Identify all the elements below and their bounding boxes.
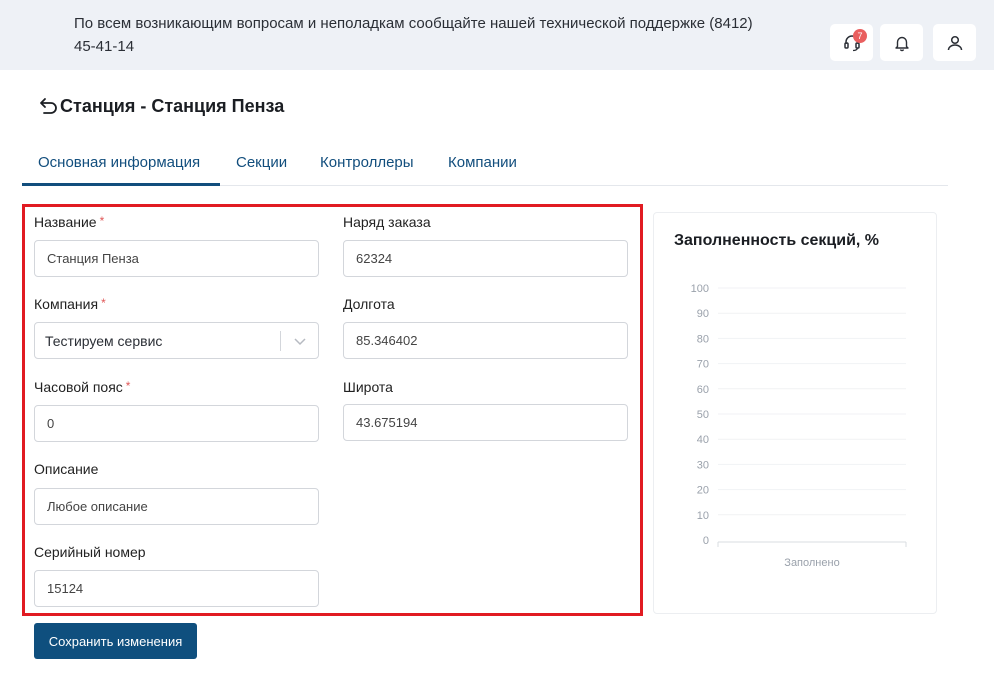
user-icon xyxy=(947,35,962,50)
company-select[interactable]: Тестируем сервис xyxy=(34,322,319,359)
order-input[interactable]: 62324 xyxy=(343,240,628,277)
notifications-button[interactable] xyxy=(880,24,923,61)
support-badge: 7 xyxy=(853,29,867,43)
support-button[interactable]: 7 xyxy=(830,24,873,61)
bell-icon xyxy=(894,36,909,51)
chart-card: Заполненность секций, % 0 10 20 30 40 50 60 70 8… xyxy=(653,212,937,614)
y-tick-label: 30 xyxy=(697,459,709,471)
y-tick-label: 60 xyxy=(697,384,709,396)
timezone-label: Часовой пояс * xyxy=(34,379,131,395)
tab-bar: Основная информация Секции Контроллеры К… xyxy=(22,148,948,186)
select-divider xyxy=(280,331,281,351)
fill-chart: 0 10 20 30 40 50 60 70 80 90 100 Заполнено xyxy=(691,283,907,569)
tab-companies[interactable]: Компании xyxy=(448,148,517,186)
company-label: Компания * xyxy=(34,296,106,312)
name-label: Название * xyxy=(34,214,105,230)
description-label: Описание xyxy=(34,461,99,477)
y-tick-label: 80 xyxy=(697,333,709,345)
tab-controllers[interactable]: Контроллеры xyxy=(320,148,414,186)
serial-input[interactable]: 15124 xyxy=(34,570,319,607)
timezone-input[interactable]: 0 xyxy=(34,405,319,442)
y-tick-label: 40 xyxy=(697,434,709,446)
latitude-label: Широта xyxy=(343,379,393,395)
latitude-input[interactable]: 43.675194 xyxy=(343,404,628,441)
y-tick-label: 10 xyxy=(697,510,709,522)
company-selected-value: Тестируем сервис xyxy=(45,332,163,349)
longitude-input[interactable]: 85.346402 xyxy=(343,322,628,359)
y-tick-label: 50 xyxy=(697,409,709,421)
x-tick-label: Заполнено xyxy=(784,557,839,569)
y-tick-label: 70 xyxy=(697,359,709,371)
tab-sections[interactable]: Секции xyxy=(236,148,287,186)
serial-label: Серийный номер xyxy=(34,544,146,560)
y-tick-label: 20 xyxy=(697,485,709,497)
name-input[interactable]: Станция Пенза xyxy=(34,240,319,277)
page-header: Станция - Станция Пенза xyxy=(36,92,284,120)
profile-button[interactable] xyxy=(933,24,976,61)
required-marker: * xyxy=(99,214,105,228)
page-title: Станция - Станция Пенза xyxy=(60,95,285,116)
longitude-label: Долгота xyxy=(343,296,395,312)
required-marker: * xyxy=(125,379,131,393)
support-notice: По всем возникающим вопросам и неполадка… xyxy=(74,15,753,55)
save-button[interactable]: Сохранить изменения xyxy=(34,623,197,659)
description-input[interactable]: Любое описание xyxy=(34,488,319,525)
back-arrow-icon[interactable] xyxy=(36,94,60,118)
required-marker: * xyxy=(101,296,106,310)
y-tick-label: 0 xyxy=(703,535,709,547)
chevron-down-icon xyxy=(294,338,306,346)
order-label: Наряд заказа xyxy=(343,214,431,230)
top-bar: По всем возникающим вопросам и неполадка… xyxy=(0,0,994,70)
tab-main-info[interactable]: Основная информация xyxy=(22,148,220,186)
y-tick-label: 100 xyxy=(691,283,709,295)
y-tick-label: 90 xyxy=(697,308,709,320)
